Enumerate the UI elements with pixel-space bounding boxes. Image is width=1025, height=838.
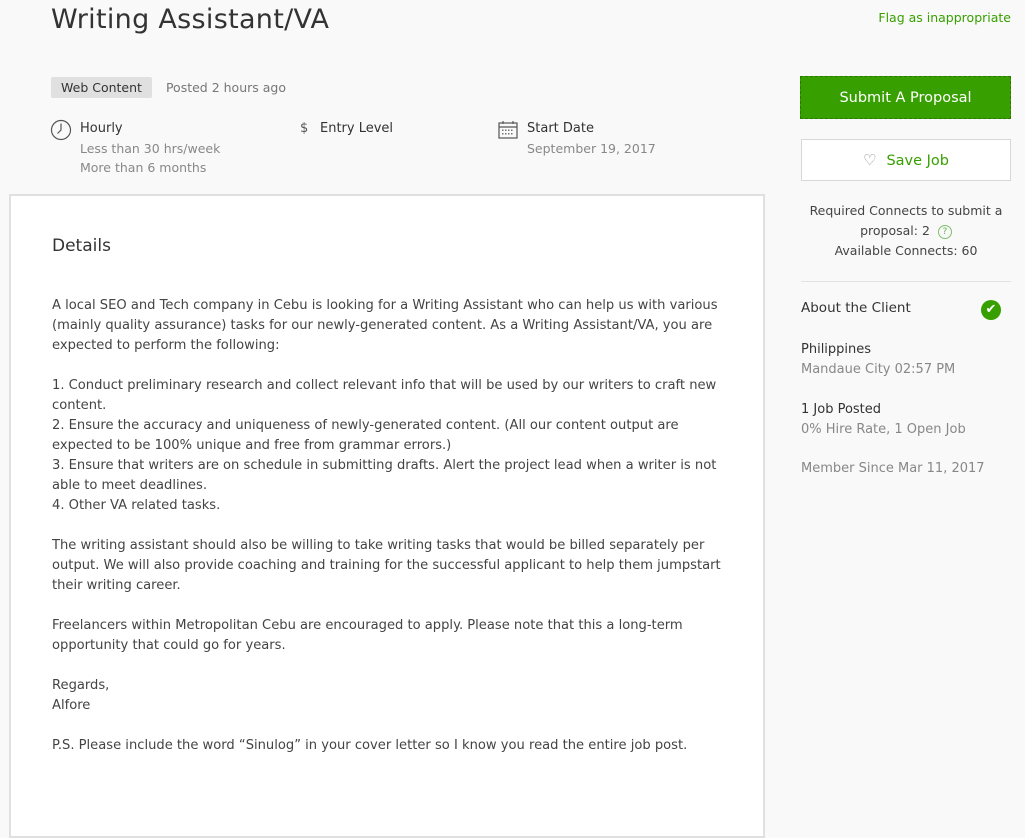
flag-as-inappropriate-link[interactable]: Flag as inappropriate bbox=[878, 10, 1011, 25]
facet-start-date: Start Date September 19, 2017 bbox=[497, 119, 656, 158]
save-job-button[interactable]: ♡ Save Job bbox=[801, 139, 1011, 181]
postscript: P.S. Please include the word “Sinulog” i… bbox=[52, 738, 688, 753]
clock-icon bbox=[50, 119, 72, 141]
client-city-time: Mandaue City 02:57 PM bbox=[801, 362, 956, 377]
payment-verified-icon: ✔ bbox=[981, 300, 1001, 320]
category-tag[interactable]: Web Content bbox=[51, 77, 152, 98]
posted-time: Posted 2 hours ago bbox=[165, 80, 286, 95]
duty-item: 4. Other VA related tasks. bbox=[52, 498, 221, 513]
description-paragraph: The writing assistant should also be wil… bbox=[52, 538, 721, 593]
dollar-icon: $ bbox=[300, 121, 309, 136]
connects-required: Required Connects to submit a proposal: … bbox=[809, 203, 1003, 238]
heart-icon: ♡ bbox=[862, 151, 877, 169]
details-heading: Details bbox=[52, 236, 111, 256]
facet-start-label: Start Date bbox=[527, 121, 594, 136]
job-description: A local SEO and Tech company in Cebu is … bbox=[52, 296, 732, 776]
client-hire-stats: 0% Hire Rate, 1 Open Job bbox=[801, 422, 966, 437]
about-client-heading: About the Client bbox=[801, 300, 911, 316]
sidebar-divider bbox=[801, 281, 1011, 282]
client-history: 1 Job Posted 0% Hire Rate, 1 Open Job bbox=[801, 400, 966, 440]
signature: Alfore bbox=[52, 698, 91, 713]
help-icon[interactable]: ? bbox=[937, 224, 952, 239]
client-member-since-block: Member Since Mar 11, 2017 bbox=[801, 459, 985, 479]
description-intro: A local SEO and Tech company in Cebu is … bbox=[52, 298, 718, 353]
facet-start-value: September 19, 2017 bbox=[527, 141, 656, 156]
description-paragraph: Freelancers within Metropolitan Cebu are… bbox=[52, 618, 683, 653]
job-title: Writing Assistant/VA bbox=[51, 4, 330, 35]
client-country: Philippines bbox=[801, 342, 872, 357]
facet-level-label: Entry Level bbox=[320, 121, 394, 136]
client-jobs-posted: 1 Job Posted bbox=[801, 402, 882, 417]
sign-off: Regards, bbox=[52, 678, 110, 693]
facet-hourly-hours: Less than 30 hrs/week bbox=[80, 141, 221, 156]
facet-hourly-label: Hourly bbox=[80, 121, 123, 136]
save-job-label: Save Job bbox=[886, 153, 949, 169]
job-meta: Web Content Posted 2 hours ago bbox=[51, 77, 286, 98]
facet-hourly-duration: More than 6 months bbox=[80, 160, 207, 175]
client-member-since: Member Since Mar 11, 2017 bbox=[801, 461, 985, 476]
duty-item: 1. Conduct preliminary research and coll… bbox=[52, 378, 717, 413]
facet-level: $ Entry Level bbox=[300, 119, 393, 141]
connects-available: Available Connects: 60 bbox=[834, 243, 978, 258]
client-location: Philippines Mandaue City 02:57 PM bbox=[801, 340, 955, 380]
details-card: Details A local SEO and Tech company in … bbox=[9, 194, 765, 838]
duty-item: 3. Ensure that writers are on schedule i… bbox=[52, 458, 717, 493]
facet-hourly: Hourly Less than 30 hrs/week More than 6… bbox=[50, 119, 220, 177]
calendar-icon bbox=[497, 119, 519, 141]
duty-item: 2. Ensure the accuracy and uniqueness of… bbox=[52, 418, 679, 453]
connects-info: Required Connects to submit a proposal: … bbox=[801, 201, 1011, 261]
submit-proposal-button[interactable]: Submit A Proposal bbox=[800, 76, 1011, 119]
